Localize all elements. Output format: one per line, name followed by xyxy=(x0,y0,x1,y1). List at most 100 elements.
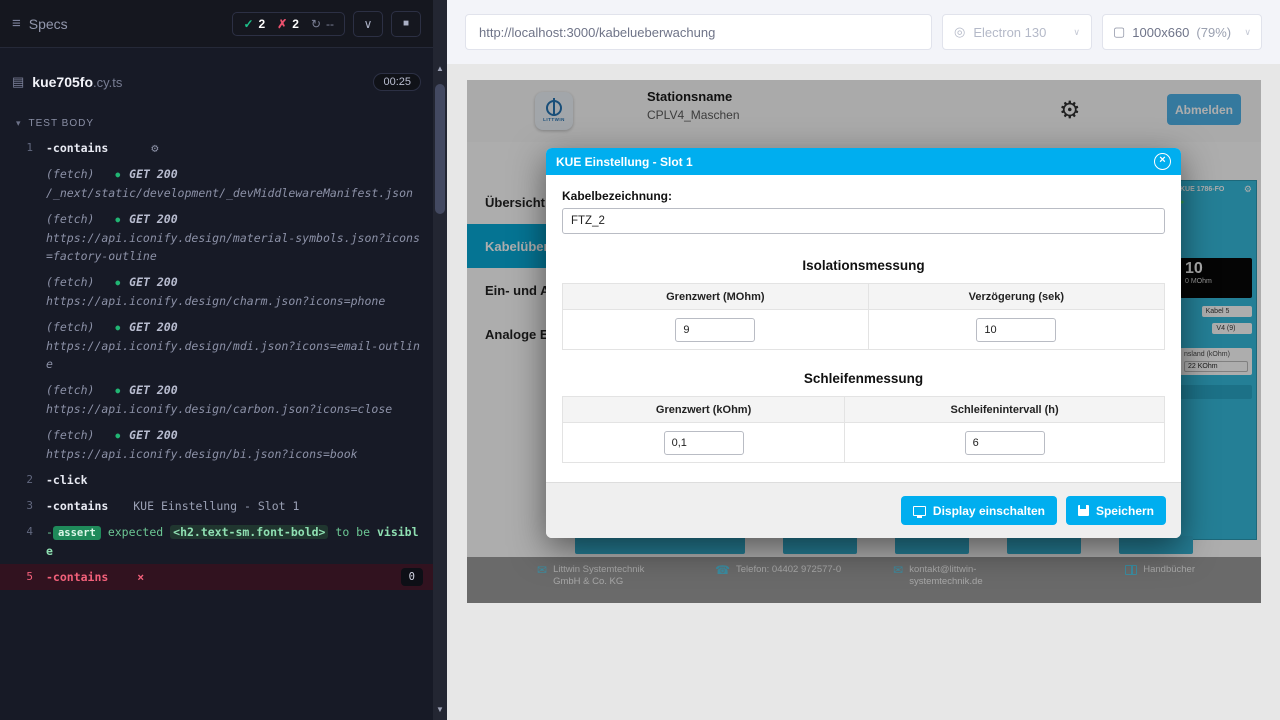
fetch-label: (fetch) xyxy=(46,383,94,397)
status-dot-icon: ● xyxy=(115,278,120,287)
command-log: 1 -contains ⚙ (fetch) ● GET 200 /_next/s… xyxy=(0,135,433,590)
iso-col-verzoegerung: Verzögerung (sek) xyxy=(868,284,1164,310)
line-number: 3 xyxy=(0,497,46,515)
fetch-status: GET 200 xyxy=(129,167,177,181)
log-fetch-row[interactable]: (fetch) ● GET 200 https://api.iconify.de… xyxy=(0,206,433,269)
fetch-label: (fetch) xyxy=(46,212,94,226)
stop-tests-button[interactable]: ■ xyxy=(391,11,421,37)
spec-header[interactable]: ▤ kue705fo.cy.ts 00:25 xyxy=(0,64,433,100)
isolation-table: Grenzwert (MOhm) Verzögerung (sek) xyxy=(562,283,1165,350)
file-icon: ▤ xyxy=(12,74,24,90)
fetch-status: GET 200 xyxy=(129,275,177,289)
gear-icon: ⚙ xyxy=(151,141,158,155)
collapse-button[interactable]: ∨ xyxy=(353,11,383,37)
fetch-url: https://api.iconify.design/mdi.json?icon… xyxy=(46,337,423,373)
screen-icon: ▢ xyxy=(1113,24,1125,40)
iso-col-grenzwert: Grenzwert (MOhm) xyxy=(563,284,869,310)
test-stats: ✓ 2 ✗ 2 ↻ -- xyxy=(232,12,345,36)
caret-down-icon: ▾ xyxy=(16,118,22,129)
command-name: -contains xyxy=(46,141,108,155)
close-icon[interactable]: × xyxy=(1154,153,1171,170)
log-command-failed[interactable]: 5 -contains × 0 xyxy=(0,564,433,590)
assert-dash: - xyxy=(46,525,53,539)
scrollbar-thumb[interactable] xyxy=(435,84,445,214)
iso-grenzwert-input[interactable] xyxy=(675,318,755,342)
url-input[interactable]: http://localhost:3000/kabelueberwachung xyxy=(465,14,932,50)
line-number: 5 xyxy=(0,568,46,586)
assert-tail: to be xyxy=(335,525,370,539)
reporter-header: ≡ Specs ✓ 2 ✗ 2 ↻ -- ∨ ■ xyxy=(0,0,433,48)
passed-count: 2 xyxy=(259,17,266,31)
modal-title: KUE Einstellung - Slot 1 xyxy=(556,155,693,169)
specs-button[interactable]: ≡ Specs xyxy=(12,15,68,32)
modal-footer: Display einschalten Speichern xyxy=(546,482,1181,538)
stat-failed: ✗ 2 xyxy=(277,17,299,31)
scroll-up-icon[interactable]: ▲ xyxy=(433,64,447,73)
suite-header[interactable]: ▾ TEST BODY xyxy=(0,114,433,135)
viewport-zoom: (79%) xyxy=(1196,25,1231,40)
status-dot-icon: ● xyxy=(115,170,120,179)
loop-grenzwert-input[interactable] xyxy=(664,431,744,455)
log-fetch-row[interactable]: (fetch) ● GET 200 https://api.iconify.de… xyxy=(0,269,433,314)
spec-timer: 00:25 xyxy=(373,73,421,91)
save-button[interactable]: Speichern xyxy=(1066,496,1166,525)
fetch-status: GET 200 xyxy=(129,212,177,226)
aut-toolbar: http://localhost:3000/kabelueberwachung … xyxy=(447,0,1280,64)
fetch-status: GET 200 xyxy=(129,383,177,397)
log-command-contains-1[interactable]: 1 -contains ⚙ xyxy=(0,135,433,161)
log-fetch-row[interactable]: (fetch) ● GET 200 https://api.iconify.de… xyxy=(0,422,433,467)
line-number: 4 xyxy=(0,523,46,560)
loop-col-grenzwert: Grenzwert (kOhm) xyxy=(563,397,845,423)
fetch-label: (fetch) xyxy=(46,320,94,334)
display-on-button[interactable]: Display einschalten xyxy=(901,496,1057,525)
cable-name-label: Kabelbezeichnung: xyxy=(562,189,1165,203)
fail-count-badge: 0 xyxy=(401,568,423,586)
loop-heading: Schleifenmessung xyxy=(562,371,1165,386)
viewport-selector[interactable]: ▢ 1000x660 (79%) ∨ xyxy=(1102,14,1262,50)
log-fetch-row[interactable]: (fetch) ● GET 200 /_next/static/developm… xyxy=(0,161,433,206)
loop-intervall-input[interactable] xyxy=(965,431,1045,455)
check-icon: ✓ xyxy=(243,17,253,31)
pending-count: -- xyxy=(326,17,334,31)
isolation-heading: Isolationsmessung xyxy=(562,258,1165,273)
command-name: -contains xyxy=(46,499,108,513)
status-dot-icon: ● xyxy=(115,215,120,224)
scroll-down-icon[interactable]: ▼ xyxy=(433,705,447,714)
line-number: 2 xyxy=(0,471,46,489)
cable-name-input[interactable] xyxy=(562,208,1165,234)
spec-extension: .cy.ts xyxy=(93,75,122,90)
display-on-label: Display einschalten xyxy=(933,504,1045,518)
log-command-assert[interactable]: 4 -assert expected <h2.text-sm.font-bold… xyxy=(0,519,433,564)
assert-expected: expected xyxy=(108,525,163,539)
modal-body: Kabelbezeichnung: Isolationsmessung Gren… xyxy=(546,175,1181,482)
fetch-url: https://api.iconify.design/material-symb… xyxy=(46,229,423,265)
line-number: 1 xyxy=(0,139,46,157)
assert-target-element: <h2.text-sm.font-bold> xyxy=(170,525,328,539)
log-fetch-row[interactable]: (fetch) ● GET 200 https://api.iconify.de… xyxy=(0,314,433,377)
browser-name: Electron 130 xyxy=(973,25,1046,40)
log-fetch-row[interactable]: (fetch) ● GET 200 https://api.iconify.de… xyxy=(0,377,433,422)
reporter-scrollbar[interactable]: ▲ ▼ xyxy=(433,0,447,720)
viewport-size: 1000x660 xyxy=(1132,25,1189,40)
specs-menu-icon: ≡ xyxy=(12,15,21,32)
cross-icon: ✗ xyxy=(277,17,287,31)
log-command-click[interactable]: 2 -click xyxy=(0,467,433,493)
cypress-reporter: ≡ Specs ✓ 2 ✗ 2 ↻ -- ∨ ■ ▤ kue705fo.cy.t… xyxy=(0,0,433,720)
fetch-url: https://api.iconify.design/charm.json?ic… xyxy=(46,292,423,310)
save-label: Speichern xyxy=(1096,504,1154,518)
specs-label: Specs xyxy=(29,16,68,32)
monitor-icon xyxy=(913,506,926,516)
chevron-down-icon: ∨ xyxy=(1073,27,1080,38)
loop-col-intervall: Schleifenintervall (h) xyxy=(845,397,1165,423)
status-dot-icon: ● xyxy=(115,431,120,440)
log-command-contains-3[interactable]: 3 -contains KUE Einstellung - Slot 1 xyxy=(0,493,433,519)
iso-verzoegerung-input[interactable] xyxy=(976,318,1056,342)
browser-selector[interactable]: ◎ Electron 130 ∨ xyxy=(942,14,1092,50)
kue-settings-modal: KUE Einstellung - Slot 1 × Kabelbezeichn… xyxy=(546,148,1181,538)
suite-label: TEST BODY xyxy=(29,118,95,129)
modal-header: KUE Einstellung - Slot 1 × xyxy=(546,148,1181,175)
spec-name: kue705fo.cy.ts xyxy=(32,74,122,90)
electron-icon: ◎ xyxy=(954,24,965,40)
command-name: -click xyxy=(46,473,88,487)
command-message: KUE Einstellung - Slot 1 xyxy=(133,499,299,513)
